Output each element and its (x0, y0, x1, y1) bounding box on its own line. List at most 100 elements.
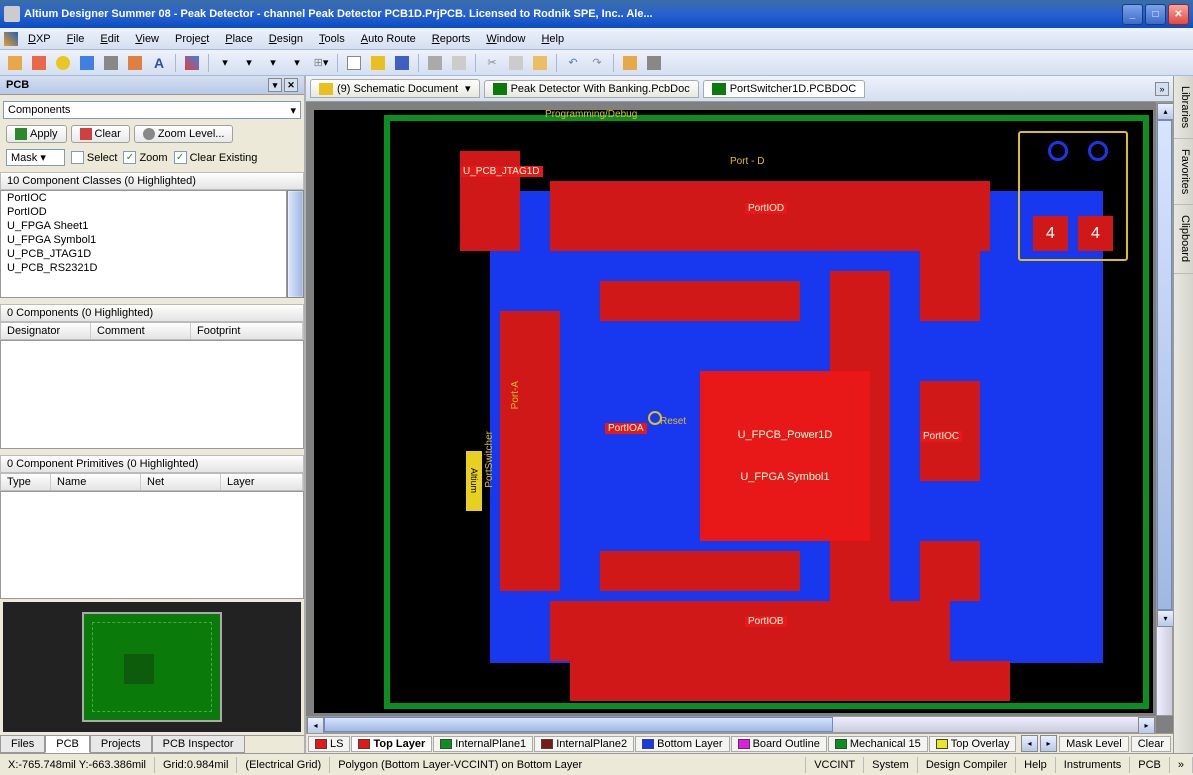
panel-dropdown-button[interactable]: ▾ (268, 78, 282, 92)
redo-icon[interactable]: ↷ (586, 52, 608, 74)
col-type[interactable]: Type (1, 474, 51, 490)
list-item[interactable]: U_PCB_JTAG1D (1, 247, 286, 261)
tab-projects[interactable]: Projects (90, 736, 152, 753)
status-chevron[interactable]: » (1170, 757, 1193, 773)
tool-3[interactable] (52, 52, 74, 74)
print-icon[interactable] (424, 52, 446, 74)
tool-text[interactable]: A (148, 52, 170, 74)
menu-autoroute[interactable]: Auto Route (353, 31, 424, 47)
status-help[interactable]: Help (1016, 757, 1056, 773)
minimize-button[interactable]: _ (1122, 4, 1143, 25)
col-designator[interactable]: Designator (1, 323, 91, 339)
tool-2[interactable] (28, 52, 50, 74)
preview-icon[interactable] (448, 52, 470, 74)
list-item[interactable]: U_FPGA Symbol1 (1, 233, 286, 247)
layer-outline[interactable]: Board Outline (731, 736, 827, 752)
menu-reports[interactable]: Reports (424, 31, 479, 47)
components-dropdown[interactable]: Components (3, 101, 301, 119)
status-pcb[interactable]: PCB (1130, 757, 1170, 773)
scroll-right-button[interactable]: ▸ (1138, 717, 1155, 733)
pcb-canvas[interactable]: 4 4 U_FPCB_Power1D U_FPGA Symbol1 Reset … (314, 110, 1153, 713)
tab-pcb[interactable]: PCB (45, 736, 90, 753)
scroll-down-button[interactable]: ▾ (1157, 610, 1173, 627)
status-design-compiler[interactable]: Design Compiler (918, 757, 1016, 773)
tab-files[interactable]: Files (0, 736, 45, 753)
tool-6[interactable] (124, 52, 146, 74)
vertical-scrollbar[interactable]: ▴ ▾ (1156, 102, 1173, 716)
tool-last[interactable] (643, 52, 665, 74)
pcb-thumbnail[interactable] (3, 602, 301, 732)
scroll-up-button[interactable]: ▴ (1157, 103, 1173, 120)
clear-existing-checkbox[interactable]: ✓Clear Existing (174, 151, 258, 164)
tool-4[interactable] (76, 52, 98, 74)
tool-grid[interactable]: ⊞▾ (310, 52, 332, 74)
menu-window[interactable]: Window (478, 31, 533, 47)
undo-icon[interactable]: ↶ (562, 52, 584, 74)
status-instruments[interactable]: Instruments (1056, 757, 1130, 773)
tool-7[interactable] (181, 52, 203, 74)
layer-bottom[interactable]: Bottom Layer (635, 736, 729, 752)
list-item[interactable]: PortIOC (1, 191, 286, 205)
panel-close-button[interactable]: ✕ (284, 78, 298, 92)
col-name[interactable]: Name (51, 474, 141, 490)
layer-mech15[interactable]: Mechanical 15 (828, 736, 928, 752)
layer-nav-prev[interactable]: ◂ (1021, 735, 1038, 752)
maximize-button[interactable]: □ (1145, 4, 1166, 25)
tool-10[interactable]: ▾ (262, 52, 284, 74)
tab-clipboard[interactable]: Clipboard (1174, 205, 1193, 273)
tool-1[interactable] (4, 52, 26, 74)
tool-5[interactable] (100, 52, 122, 74)
col-net[interactable]: Net (141, 474, 221, 490)
mask-select[interactable]: Mask ▾ (6, 149, 65, 166)
menu-place[interactable]: Place (217, 31, 261, 47)
tool-11[interactable]: ▾ (286, 52, 308, 74)
list-item[interactable]: U_PCB_RS2321D (1, 261, 286, 275)
classes-scrollbar[interactable] (287, 190, 304, 298)
tab-favorites[interactable]: Favorites (1174, 139, 1193, 205)
menu-help[interactable]: Help (533, 31, 572, 47)
layer-ip2[interactable]: InternalPlane2 (534, 736, 634, 752)
layer-top[interactable]: Top Layer (351, 736, 432, 752)
menu-view[interactable]: View (127, 31, 167, 47)
tool-wand[interactable] (619, 52, 641, 74)
select-checkbox[interactable]: Select (71, 151, 118, 164)
scroll-left-button[interactable]: ◂ (307, 717, 324, 733)
col-comment[interactable]: Comment (91, 323, 191, 339)
horizontal-scrollbar[interactable]: ◂ ▸ (306, 716, 1156, 733)
tabs-overflow-button[interactable]: » (1155, 82, 1169, 96)
layer-clear-button[interactable]: Clear (1131, 736, 1171, 752)
layer-ls[interactable]: LS (308, 736, 350, 752)
tool-9[interactable]: ▾ (238, 52, 260, 74)
new-icon[interactable] (343, 52, 365, 74)
doc-tab-schematic[interactable]: (9) Schematic Document▾ (310, 79, 480, 98)
layer-ip1[interactable]: InternalPlane1 (433, 736, 533, 752)
col-footprint[interactable]: Footprint (191, 323, 303, 339)
col-layer[interactable]: Layer (221, 474, 303, 490)
open-icon[interactable] (367, 52, 389, 74)
list-item[interactable]: PortIOD (1, 205, 286, 219)
menu-dxp[interactable]: DXP (20, 31, 59, 47)
doc-tab-peak-detector[interactable]: Peak Detector With Banking.PcbDoc (484, 80, 699, 98)
tab-libraries[interactable]: Libraries (1174, 76, 1193, 139)
primitives-grid[interactable] (0, 491, 304, 600)
menu-tools[interactable]: Tools (311, 31, 353, 47)
menu-file[interactable]: File (59, 31, 93, 47)
components-grid[interactable] (0, 340, 304, 449)
zoom-checkbox[interactable]: ✓Zoom (123, 151, 167, 164)
menu-design[interactable]: Design (261, 31, 311, 47)
menu-project[interactable]: Project (167, 31, 217, 47)
classes-list[interactable]: PortIOC PortIOD U_FPGA Sheet1 U_FPGA Sym… (0, 190, 287, 298)
apply-button[interactable]: Apply (6, 125, 67, 143)
status-system[interactable]: System (864, 757, 918, 773)
paste-icon[interactable] (529, 52, 551, 74)
layer-nav-next[interactable]: ▸ (1040, 735, 1057, 752)
list-item[interactable]: U_FPGA Sheet1 (1, 219, 286, 233)
close-button[interactable]: ✕ (1168, 4, 1189, 25)
clear-button[interactable]: Clear (71, 125, 130, 143)
layer-top-overlay[interactable]: Top Overlay (929, 736, 1017, 752)
mask-level-button[interactable]: Mask Level (1059, 736, 1129, 752)
cut-icon[interactable]: ✂ (481, 52, 503, 74)
tab-pcb-inspector[interactable]: PCB Inspector (152, 736, 245, 753)
doc-tab-portswitcher[interactable]: PortSwitcher1D.PCBDOC (703, 80, 866, 98)
save-icon[interactable] (391, 52, 413, 74)
